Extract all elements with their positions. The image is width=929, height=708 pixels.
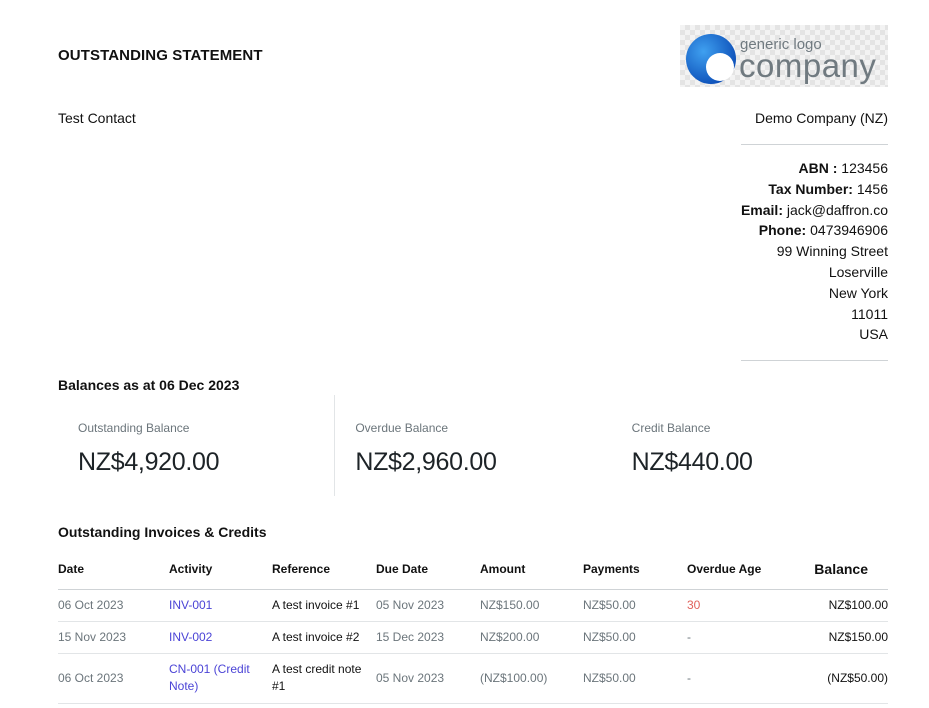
- table-row: 06 Oct 2023 CN-001 (Credit Note) A test …: [58, 653, 888, 704]
- email-value: jack@daffron.co: [786, 201, 888, 218]
- address-line: USA: [859, 326, 888, 343]
- column-header-amount: Amount: [480, 549, 583, 590]
- contact-name: Test Contact: [58, 110, 136, 126]
- logo-wordmark: company: [739, 47, 877, 84]
- cell-payments: NZ$50.00: [583, 621, 687, 654]
- cell-due-date: 05 Nov 2023: [376, 653, 480, 704]
- balance-value: NZ$4,920.00: [78, 448, 220, 476]
- cell-reference: A test invoice #1: [272, 589, 376, 622]
- tax-value: 1456: [856, 180, 888, 197]
- column-header-balance: Balance: [791, 549, 888, 590]
- cell-amount: (NZ$100.00): [480, 653, 583, 704]
- cell-overdue-age: -: [687, 621, 791, 654]
- activity-link[interactable]: INV-002: [169, 621, 272, 654]
- phone-label: Phone:: [758, 222, 807, 239]
- cell-reference: A test credit note #1: [272, 653, 376, 704]
- abn-line: ABN : 123456: [741, 158, 889, 179]
- address-line: 99 Winning Street: [776, 243, 888, 260]
- column-header-activity: Activity: [169, 549, 272, 590]
- abn-label: ABN :: [798, 160, 838, 176]
- cell-amount: NZ$150.00: [480, 589, 583, 622]
- logo-icon: [686, 34, 736, 84]
- tax-line: Tax Number: 1456: [741, 179, 888, 200]
- cell-balance: NZ$100.00: [791, 589, 888, 622]
- column-header-due-date: Due Date: [376, 549, 480, 590]
- email-line: Email: jack@daffron.co: [741, 200, 888, 221]
- company-name: Demo Company (NZ): [754, 110, 888, 126]
- balance-summary: Outstanding Balance NZ$4,920.00 Overdue …: [58, 395, 888, 496]
- cell-payments: NZ$50.00: [583, 653, 687, 704]
- cell-balance: NZ$150.00: [791, 621, 888, 654]
- divider: [741, 144, 888, 145]
- email-label: Email:: [740, 201, 783, 218]
- cell-overdue-age: 30: [687, 589, 791, 622]
- cell-date: 15 Nov 2023: [58, 621, 169, 654]
- cell-balance: (NZ$50.00): [791, 653, 888, 704]
- overdue-balance-card: Overdue Balance NZ$2,960.00: [334, 395, 611, 496]
- table-header-row: Date Activity Reference Due Date Amount …: [58, 549, 888, 590]
- phone-value: 0473946906: [810, 222, 888, 239]
- balance-label: Credit Balance: [631, 421, 711, 435]
- cell-date: 06 Oct 2023: [58, 589, 169, 622]
- cell-reference: A test invoice #2: [272, 621, 376, 654]
- address-line: Loserville: [828, 263, 888, 280]
- address-line: 11011: [851, 305, 888, 322]
- company-logo: generic logo company: [680, 25, 888, 87]
- cell-date: 06 Oct 2023: [58, 653, 169, 704]
- invoices-table: Date Activity Reference Due Date Amount …: [58, 549, 888, 704]
- cell-due-date: 15 Dec 2023: [376, 621, 480, 654]
- activity-link[interactable]: INV-001: [169, 589, 272, 622]
- cell-amount: NZ$200.00: [480, 621, 583, 654]
- balance-label: Outstanding Balance: [78, 421, 190, 435]
- balance-value: NZ$2,960.00: [355, 448, 497, 476]
- credit-balance-card: Credit Balance NZ$440.00: [612, 395, 888, 496]
- company-details: ABN : 123456 Tax Number: 1456 Email: jac…: [741, 158, 888, 345]
- balance-label: Overdue Balance: [355, 421, 449, 435]
- statement-title: OUTSTANDING STATEMENT: [58, 47, 263, 64]
- column-header-reference: Reference: [272, 549, 376, 590]
- column-header-overdue-age: Overdue Age: [687, 549, 791, 590]
- invoices-heading: Outstanding Invoices & Credits: [58, 524, 267, 540]
- activity-link[interactable]: CN-001 (Credit Note): [169, 653, 272, 704]
- balances-heading: Balances as at 06 Dec 2023: [58, 377, 240, 393]
- abn-value: 123456: [841, 160, 888, 176]
- phone-line: Phone: 0473946906: [741, 220, 888, 241]
- cell-overdue-age: -: [687, 653, 791, 704]
- cell-due-date: 05 Nov 2023: [376, 589, 480, 622]
- cell-payments: NZ$50.00: [583, 589, 687, 622]
- balance-value: NZ$440.00: [631, 448, 753, 476]
- tax-label: Tax Number:: [768, 180, 853, 197]
- column-header-date: Date: [58, 549, 169, 590]
- outstanding-balance-card: Outstanding Balance NZ$4,920.00: [58, 395, 334, 496]
- divider: [741, 360, 888, 361]
- table-row: 15 Nov 2023 INV-002 A test invoice #2 15…: [58, 621, 888, 654]
- address-line: New York: [828, 284, 888, 301]
- column-header-payments: Payments: [583, 549, 687, 590]
- table-row: 06 Oct 2023 INV-001 A test invoice #1 05…: [58, 589, 888, 622]
